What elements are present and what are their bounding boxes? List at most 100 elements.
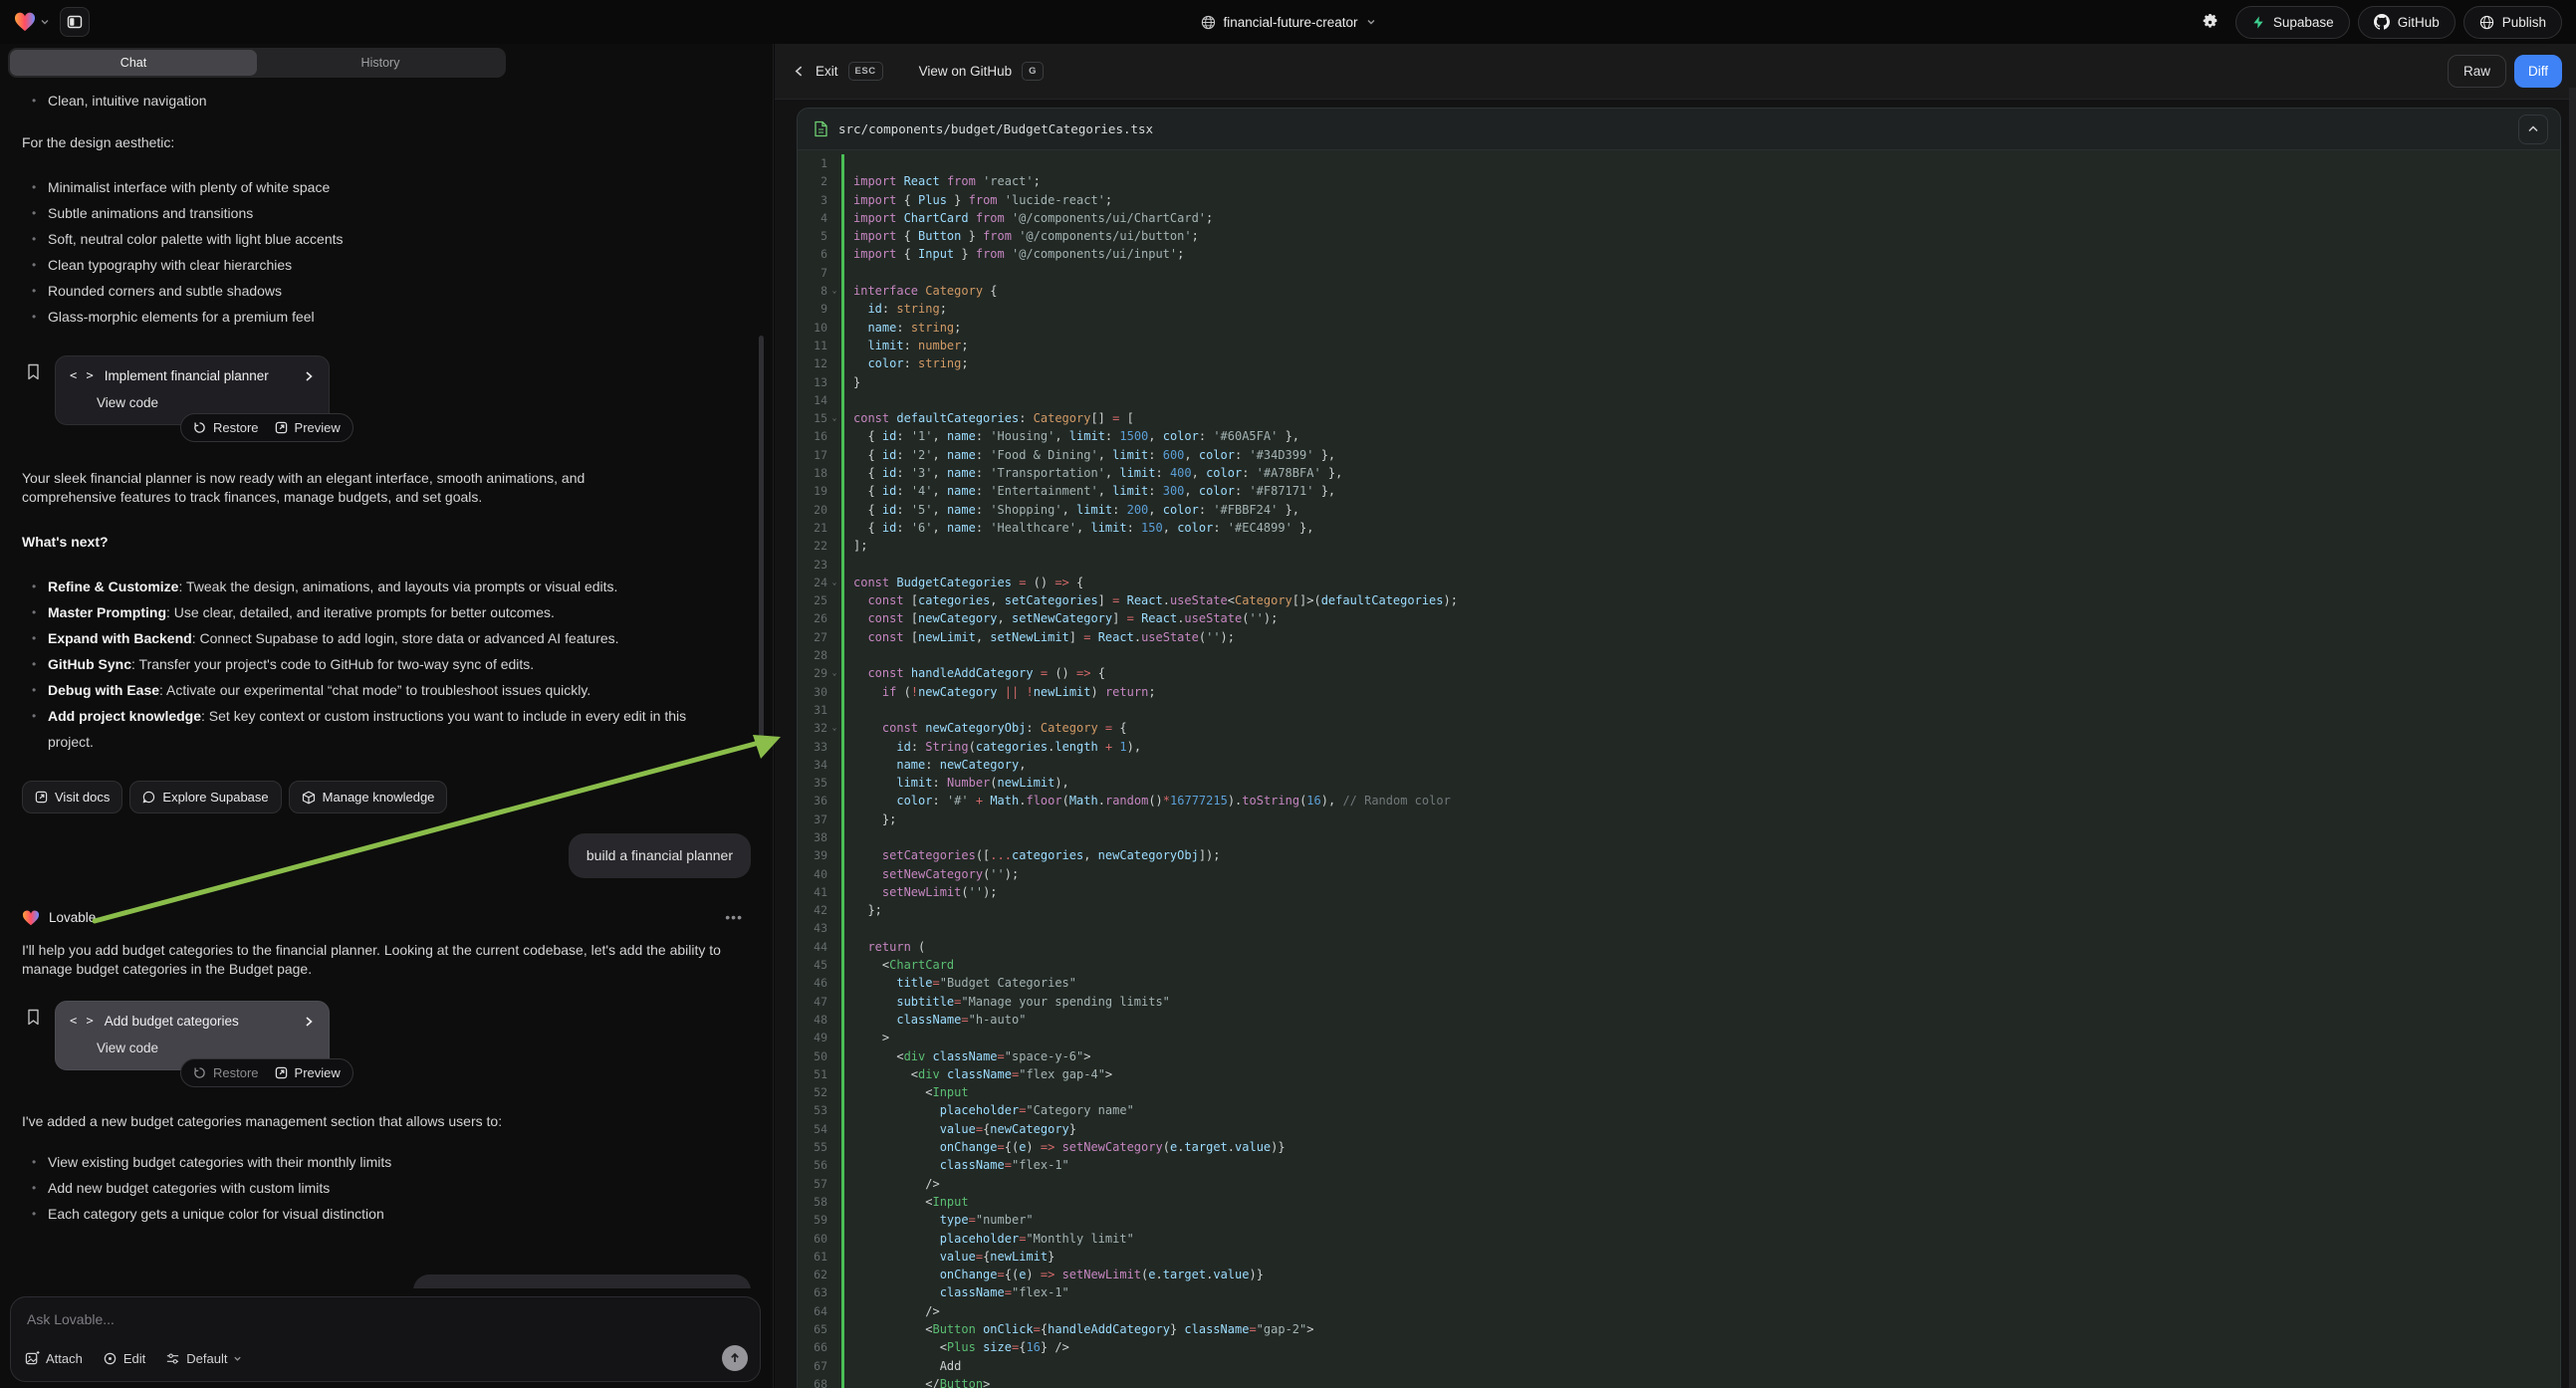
fold-chevron-icon[interactable]: ⌄ (827, 664, 841, 682)
editor-scrollbar[interactable] (2569, 88, 2576, 1388)
diff-added-marker (841, 683, 844, 701)
code-line: 67 Add (798, 1357, 2560, 1375)
code-line: 63 className="flex-1" (798, 1283, 2560, 1301)
github-button[interactable]: GitHub (2358, 6, 2456, 39)
bookmark-icon[interactable] (26, 1009, 41, 1026)
manage-knowledge-button[interactable]: Manage knowledge (289, 781, 448, 813)
chat-input[interactable]: Ask Lovable... (27, 1311, 746, 1327)
code-line: 1 (798, 154, 2560, 172)
supabase-button[interactable]: Supabase (2235, 6, 2350, 39)
gear-icon (2202, 14, 2219, 31)
arrow-up-icon (729, 1352, 741, 1364)
chevron-down-icon (40, 17, 50, 27)
view-code-link[interactable]: View code (97, 393, 315, 412)
restore-button[interactable]: Restore (193, 420, 259, 435)
sidebar-toggle-button[interactable] (60, 7, 90, 37)
code-line: 6import { Input } from '@/components/ui/… (798, 245, 2560, 263)
bookmark-icon[interactable] (26, 363, 41, 380)
diff-added-marker (841, 865, 844, 883)
list-item: View existing budget categories with the… (22, 1149, 739, 1175)
diff-added-marker (841, 427, 844, 445)
edit-button[interactable]: Edit (103, 1351, 145, 1366)
code-line: 54 value={newCategory} (798, 1120, 2560, 1138)
code-line: 14 (798, 391, 2560, 409)
fold-chevron-icon[interactable]: ⌄ (827, 409, 841, 427)
preview-button[interactable]: Preview (275, 420, 341, 435)
fold-chevron-icon[interactable]: ⌄ (827, 719, 841, 737)
project-switcher[interactable]: financial-future-creator (1200, 0, 1375, 44)
assistant-name: Lovable (49, 908, 96, 927)
diff-added-marker (841, 300, 844, 318)
code-line: 35 limit: Number(newLimit), (798, 774, 2560, 792)
chat-scrollbar[interactable] (759, 336, 764, 754)
diff-added-marker (841, 738, 844, 756)
diff-added-marker (841, 373, 844, 391)
code-line: 12 color: string; (798, 354, 2560, 372)
diff-added-marker (841, 556, 844, 574)
fold-chevron-icon[interactable]: ⌄ (827, 282, 841, 300)
design-bullet-list: Minimalist interface with plenty of whit… (22, 174, 751, 330)
diff-added-marker (841, 628, 844, 646)
code-line: 44 return ( (798, 938, 2560, 956)
code-line: 32⌄ const newCategoryObj: Category = { (798, 719, 2560, 737)
list-item: Add project knowledge: Set key context o… (22, 703, 689, 755)
diff-added-marker (841, 719, 844, 737)
project-title: financial-future-creator (1223, 15, 1357, 30)
visit-docs-button[interactable]: Visit docs (22, 781, 122, 813)
view-on-github-button[interactable]: View on GitHub (919, 64, 1013, 79)
collapse-file-button[interactable] (2518, 115, 2548, 144)
tab-history[interactable]: History (257, 50, 504, 76)
settings-button[interactable] (2194, 6, 2227, 39)
message-menu-button[interactable]: ••• (725, 908, 743, 927)
diff-added-marker (841, 1156, 844, 1174)
code-line: 48 className="h-auto" (798, 1011, 2560, 1029)
exit-button[interactable]: Exit (816, 64, 838, 79)
chevron-down-icon (233, 1354, 242, 1363)
chevron-down-icon (1366, 17, 1376, 27)
diff-added-marker (841, 1283, 844, 1301)
preview-button[interactable]: Preview (275, 1065, 341, 1080)
code-line: 60 placeholder="Monthly limit" (798, 1230, 2560, 1248)
chat-panel: Chat History Clean, intuitive navigation… (0, 44, 774, 1388)
view-code-link[interactable]: View code (97, 1039, 315, 1057)
code-content[interactable]: 12import React from 'react';3import { Pl… (798, 150, 2560, 1388)
restore-button[interactable]: Restore (193, 1065, 259, 1080)
composer[interactable]: Ask Lovable... Attach Edit Default (10, 1296, 761, 1382)
code-line: 46 title="Budget Categories" (798, 974, 2560, 992)
diff-added-marker (841, 209, 844, 227)
code-line: 52 <Input (798, 1083, 2560, 1101)
code-line: 22]; (798, 537, 2560, 555)
github-icon (2374, 14, 2390, 30)
send-button[interactable] (722, 1345, 748, 1371)
code-line: 7 (798, 264, 2560, 282)
diff-added-marker (841, 245, 844, 263)
fold-chevron-icon[interactable]: ⌄ (827, 574, 841, 591)
mode-select[interactable]: Default (165, 1351, 242, 1366)
code-line: 66 <Plus size={16} /> (798, 1338, 2560, 1356)
diff-added-marker (841, 609, 844, 627)
code-line: 34 name: newCategory, (798, 756, 2560, 774)
code-icon: < > (70, 1012, 95, 1031)
explore-supabase-button[interactable]: Explore Supabase (129, 781, 281, 813)
code-line: 17 { id: '2', name: 'Food & Dining', lim… (798, 446, 2560, 464)
code-line: 10 name: string; (798, 319, 2560, 337)
tab-chat[interactable]: Chat (10, 50, 257, 76)
message-text: For the design aesthetic: (22, 133, 751, 152)
code-icon: < > (70, 366, 95, 385)
diff-tab[interactable]: Diff (2514, 55, 2562, 88)
code-line: 3import { Plus } from 'lucide-react'; (798, 191, 2560, 209)
raw-tab[interactable]: Raw (2448, 55, 2506, 88)
list-item: Clean typography with clear hierarchies (22, 252, 739, 278)
code-line: 51 <div className="flex gap-4"> (798, 1065, 2560, 1083)
code-line: 18 { id: '3', name: 'Transportation', li… (798, 464, 2560, 482)
code-line: 25 const [categories, setCategories] = R… (798, 591, 2560, 609)
diff-added-marker (841, 1211, 844, 1229)
code-line: 15⌄const defaultCategories: Category[] =… (798, 409, 2560, 427)
lovable-logo-menu[interactable] (14, 12, 50, 32)
code-line: 40 setNewCategory(''); (798, 865, 2560, 883)
chevron-up-icon (2527, 123, 2539, 135)
diff-added-marker (841, 501, 844, 519)
attach-button[interactable]: Attach (25, 1351, 83, 1366)
publish-button[interactable]: Publish (2463, 6, 2562, 39)
diff-added-marker (841, 1083, 844, 1101)
